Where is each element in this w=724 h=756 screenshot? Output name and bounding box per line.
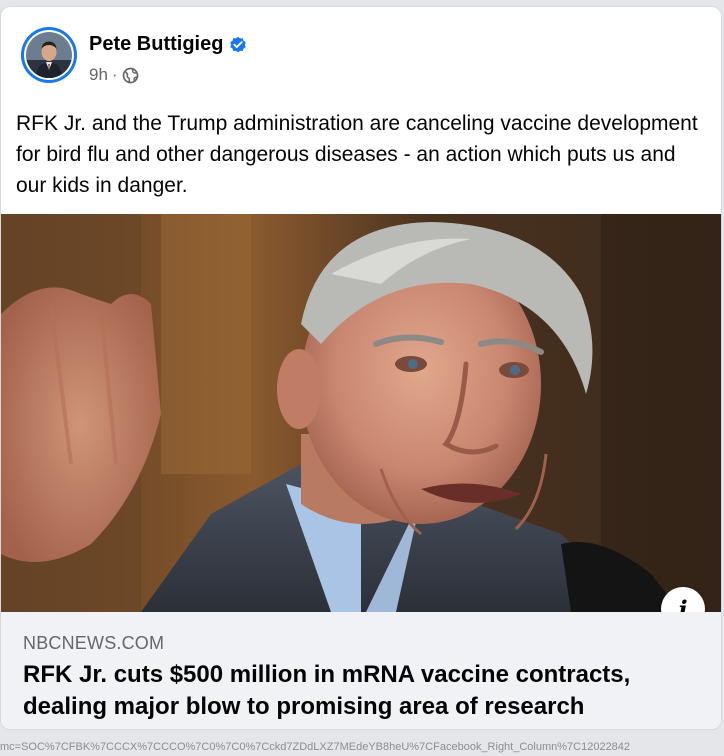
link-title[interactable]: RFK Jr. cuts $500 million in mRNA vaccin… (23, 659, 703, 723)
verified-badge-icon (229, 36, 247, 54)
author-row: Pete Buttigieg (89, 33, 247, 56)
avatar-photo (24, 30, 74, 80)
link-preview[interactable]: NBCNEWS.COM RFK Jr. cuts $500 million in… (1, 612, 721, 729)
globe-icon[interactable] (122, 67, 139, 84)
post-timestamp[interactable]: 9h (89, 65, 108, 85)
link-domain: NBCNEWS.COM (23, 633, 165, 653)
author-name[interactable]: Pete Buttigieg (89, 33, 223, 56)
facebook-post: Pete Buttigieg 9h · RFK Jr. and the Trum… (0, 6, 722, 730)
avatar[interactable] (21, 27, 77, 83)
news-photo[interactable] (1, 214, 721, 612)
url-fragment: mc=SOC%7CFBK%7CCCX%7CCCO%7C0%7C0%7Cckd7Z… (0, 741, 631, 753)
post-header: Pete Buttigieg 9h · (21, 27, 701, 87)
meta-separator: · (111, 65, 118, 84)
post-meta: 9h · (89, 65, 139, 85)
post-text: RFK Jr. and the Trump administration are… (16, 112, 698, 197)
